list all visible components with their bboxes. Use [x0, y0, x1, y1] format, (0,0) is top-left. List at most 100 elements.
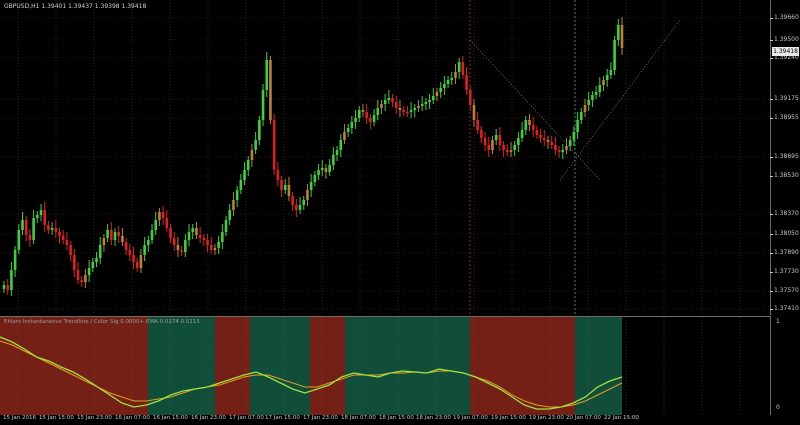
time-tick-label: 17 Jan 23:00 [303, 415, 338, 421]
candle-body [380, 104, 383, 108]
candle-body [280, 180, 283, 190]
candle-body [165, 218, 169, 228]
candle-body [43, 210, 47, 225]
candle-body [317, 170, 320, 175]
candle-body [420, 104, 424, 106]
candle-body [306, 190, 309, 200]
candle-body [413, 108, 417, 110]
signal-zone [310, 317, 345, 415]
candle-body [431, 96, 435, 100]
indicator-info: Ehlers Instantaneous Trendline / Color S… [4, 319, 200, 325]
candle-body [161, 212, 165, 218]
candle-body [36, 215, 39, 218]
candle-body [135, 262, 139, 268]
candle-body [235, 190, 239, 200]
candle-body [579, 112, 583, 120]
candle-body [76, 270, 80, 280]
symbol-info: GBPUSD,H1 1.39401 1.39437 1.39398 1.3941… [4, 3, 147, 10]
candle-body [565, 146, 568, 150]
candlestick-chart [0, 0, 770, 315]
candle-body [509, 150, 513, 152]
candle-body [361, 110, 365, 112]
price-tick-label: 1.38050 [770, 230, 799, 237]
candle-body [391, 98, 394, 102]
candle-body [243, 170, 246, 180]
candle-body [187, 232, 191, 240]
candle-body [498, 135, 502, 145]
candle-body [283, 185, 287, 190]
candle-body [132, 255, 135, 262]
candle-body [295, 205, 298, 210]
candle-body [209, 245, 213, 250]
time-tick-label: 15 Jan 15:00 [39, 415, 74, 421]
candle-body [32, 218, 35, 240]
candle-body [54, 228, 58, 232]
time-tick-label: 18 Jan 23:00 [416, 415, 451, 421]
candle-body [531, 125, 535, 130]
candle-body [439, 88, 442, 92]
time-tick-label: 15 Jan 23:00 [77, 415, 112, 421]
candle-body [98, 245, 102, 258]
price-pane[interactable]: GBPUSD,H1 1.39401 1.39437 1.39398 1.3941… [0, 0, 771, 315]
candle-body [487, 145, 491, 150]
candle-body [58, 232, 61, 236]
indicator-pane[interactable] [0, 316, 771, 415]
candle-body [542, 138, 546, 140]
candle-body [176, 245, 180, 250]
candle-body [476, 120, 479, 130]
candle-body [376, 108, 380, 115]
candle-body [232, 200, 235, 210]
price-tick-label: 1.39175 [770, 95, 799, 102]
candle-body [350, 122, 354, 128]
time-tick-label: 19 Jan 23:00 [529, 415, 564, 421]
price-tick-label: 1.37570 [770, 287, 799, 294]
indicator-axis: 10 [771, 316, 800, 414]
candle-body [143, 245, 146, 255]
candle-body [576, 120, 579, 132]
candle-body [239, 180, 243, 190]
candle-body [198, 235, 202, 238]
time-tick-label: 16 Jan 07:00 [115, 415, 150, 421]
candle-body [517, 138, 520, 145]
time-tick-label: 22 Jan 15:00 [604, 415, 639, 421]
time-tick-label: 15 Jan 2016 [3, 415, 36, 421]
candle-body [228, 210, 232, 220]
candle-body [402, 110, 405, 112]
candle-body [409, 110, 413, 112]
candle-body [50, 228, 54, 230]
candle-body [250, 150, 254, 160]
candle-body [520, 130, 524, 138]
candle-body [221, 232, 224, 242]
candle-body [254, 140, 257, 150]
time-tick-label: 19 Jan 15:00 [491, 415, 526, 421]
candle-body [554, 145, 557, 150]
candle-body [435, 92, 439, 96]
candle-body [65, 240, 69, 245]
candle-body [365, 112, 368, 118]
candle-body [446, 80, 450, 84]
signal-zone [345, 317, 470, 415]
indicator-tick-label: 0 [776, 404, 780, 411]
time-tick-label: 20 Jan 07:00 [566, 415, 601, 421]
candle-body [139, 255, 143, 268]
candle-body [261, 90, 265, 120]
current-price-marker: 1.39418 [772, 47, 799, 56]
candle-body [61, 236, 65, 240]
candle-body [39, 210, 43, 215]
candle-body [583, 105, 587, 112]
candle-body [513, 145, 516, 150]
candle-body [313, 175, 317, 182]
candle-body [602, 80, 605, 85]
chart-window[interactable]: GBPUSD,H1 1.39401 1.39437 1.39398 1.3941… [0, 0, 800, 425]
candle-body [354, 118, 357, 122]
candle-body [2, 285, 6, 289]
candle-body [324, 168, 328, 172]
candle-body [73, 255, 76, 270]
candle-body [587, 100, 590, 105]
candle-body [272, 120, 276, 170]
time-axis[interactable]: 15 Jan 2016 15 Jan 15:00 15 Jan 23:00 16 Ja… [0, 414, 770, 425]
candle-body [502, 145, 505, 150]
candle-body [291, 196, 294, 205]
candle-body [80, 280, 84, 282]
indicator-tick-label: 1 [776, 318, 780, 325]
